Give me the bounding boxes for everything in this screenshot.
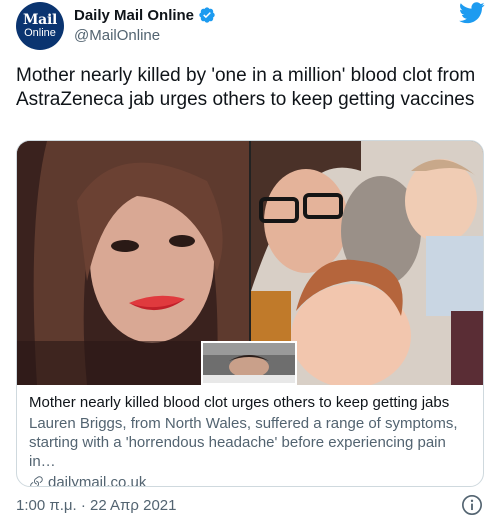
card-image[interactable] [17,141,483,385]
info-icon[interactable] [461,494,483,516]
author-name-row[interactable]: Daily Mail Online [74,6,216,24]
card-body: Mother nearly killed blood clot urges ot… [17,393,483,486]
photo-hospital-inset [201,341,297,385]
card-domain-text[interactable]: dailymail.co.uk [48,474,146,486]
tweet-timestamp[interactable]: 1:00 π.μ. · 22 Απρ 2021 [16,497,176,514]
twitter-bird-icon[interactable] [459,2,485,24]
avatar-text-mail: Mail [22,11,57,28]
avatar-text-online: Online [24,26,56,39]
inset-illustration [203,343,295,383]
verified-badge-icon [199,7,215,23]
card-description: Lauren Briggs, from North Wales, suffere… [29,415,458,470]
author-handle[interactable]: @MailOnline [74,27,160,44]
avatar[interactable]: Mail Online [16,2,64,50]
display-name[interactable]: Daily Mail Online [74,7,194,24]
link-icon [30,476,43,486]
tweet-text: Mother nearly killed by 'one in a millio… [16,65,476,110]
tweet: Mail Online Daily Mail Online @MailOnlin… [0,0,497,524]
card-title[interactable]: Mother nearly killed blood clot urges ot… [29,393,471,413]
link-card[interactable]: Mother nearly killed blood clot urges ot… [16,140,484,487]
card-domain[interactable]: dailymail.co.uk [29,474,471,486]
